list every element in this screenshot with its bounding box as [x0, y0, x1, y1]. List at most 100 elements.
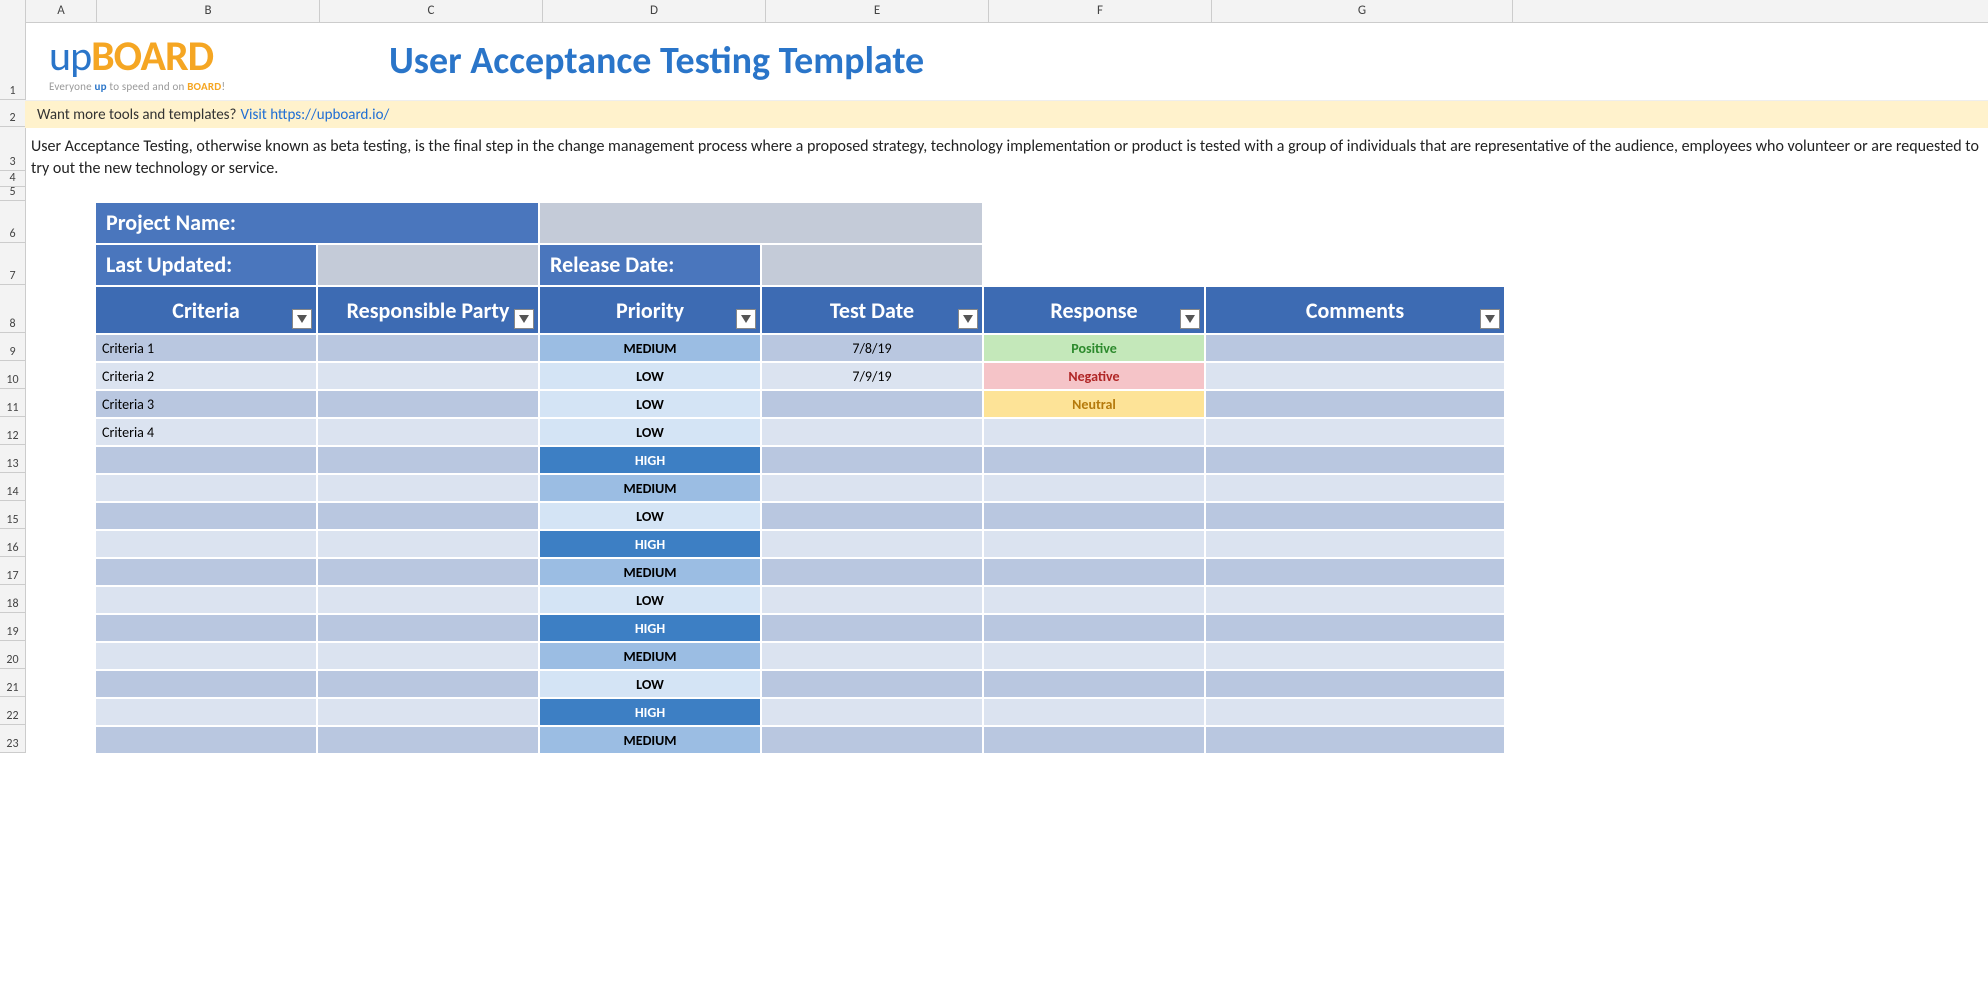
priority-cell[interactable]: LOW [539, 502, 761, 530]
comments-cell[interactable] [1205, 530, 1505, 558]
row-header-10[interactable]: 10 [0, 361, 25, 389]
date-cell[interactable] [761, 614, 983, 642]
response-cell[interactable] [983, 614, 1205, 642]
priority-cell[interactable]: HIGH [539, 446, 761, 474]
release-date-value[interactable] [761, 244, 983, 286]
response-cell[interactable] [983, 474, 1205, 502]
comments-cell[interactable] [1205, 698, 1505, 726]
header-comments[interactable]: Comments [1205, 286, 1505, 334]
banner-link[interactable]: Visit https://upboard.io/ [241, 106, 390, 124]
row-header-8[interactable]: 8 [0, 285, 25, 333]
header-priority[interactable]: Priority [539, 286, 761, 334]
row-header-16[interactable]: 16 [0, 529, 25, 557]
comments-cell[interactable] [1205, 614, 1505, 642]
date-cell[interactable] [761, 586, 983, 614]
row-header-13[interactable]: 13 [0, 445, 25, 473]
criteria-cell[interactable] [95, 670, 317, 698]
response-cell[interactable] [983, 558, 1205, 586]
response-cell[interactable]: Negative [983, 362, 1205, 390]
criteria-cell[interactable] [95, 642, 317, 670]
row-header-5[interactable]: 5 [0, 187, 25, 201]
party-cell[interactable] [317, 334, 539, 362]
criteria-cell[interactable] [95, 502, 317, 530]
comments-cell[interactable] [1205, 390, 1505, 418]
date-cell[interactable] [761, 670, 983, 698]
party-cell[interactable] [317, 586, 539, 614]
project-name-value[interactable] [539, 202, 983, 244]
filter-dropdown-icon[interactable] [1180, 309, 1200, 329]
response-cell[interactable] [983, 530, 1205, 558]
date-cell[interactable] [761, 502, 983, 530]
date-cell[interactable] [761, 418, 983, 446]
header-criteria[interactable]: Criteria [95, 286, 317, 334]
party-cell[interactable] [317, 530, 539, 558]
row-header-9[interactable]: 9 [0, 333, 25, 361]
comments-cell[interactable] [1205, 502, 1505, 530]
row-header-3[interactable]: 3 [0, 127, 25, 171]
criteria-cell[interactable] [95, 530, 317, 558]
row-header-21[interactable]: 21 [0, 669, 25, 697]
row-header-20[interactable]: 20 [0, 641, 25, 669]
priority-cell[interactable]: MEDIUM [539, 558, 761, 586]
response-cell[interactable] [983, 502, 1205, 530]
row-header-18[interactable]: 18 [0, 585, 25, 613]
row-header-2[interactable]: 2 [0, 100, 25, 127]
criteria-cell[interactable] [95, 446, 317, 474]
row-header-19[interactable]: 19 [0, 613, 25, 641]
response-cell[interactable]: Positive [983, 334, 1205, 362]
date-cell[interactable] [761, 446, 983, 474]
last-updated-value[interactable] [317, 244, 539, 286]
comments-cell[interactable] [1205, 362, 1505, 390]
row-header-1[interactable]: 1 [0, 22, 25, 100]
date-cell[interactable] [761, 558, 983, 586]
row-header-23[interactable]: 23 [0, 725, 25, 753]
criteria-cell[interactable] [95, 726, 317, 754]
col-header-A[interactable]: A [26, 0, 97, 22]
response-cell[interactable] [983, 726, 1205, 754]
priority-cell[interactable]: LOW [539, 586, 761, 614]
date-cell[interactable] [761, 726, 983, 754]
party-cell[interactable] [317, 698, 539, 726]
party-cell[interactable] [317, 642, 539, 670]
comments-cell[interactable] [1205, 446, 1505, 474]
response-cell[interactable] [983, 446, 1205, 474]
priority-cell[interactable]: LOW [539, 670, 761, 698]
date-cell[interactable] [761, 642, 983, 670]
party-cell[interactable] [317, 418, 539, 446]
criteria-cell[interactable]: Criteria 3 [95, 390, 317, 418]
col-header-G[interactable]: G [1212, 0, 1513, 22]
party-cell[interactable] [317, 502, 539, 530]
row-header-7[interactable]: 7 [0, 243, 25, 285]
priority-cell[interactable]: MEDIUM [539, 726, 761, 754]
party-cell[interactable] [317, 446, 539, 474]
party-cell[interactable] [317, 726, 539, 754]
response-cell[interactable]: Neutral [983, 390, 1205, 418]
priority-cell[interactable]: HIGH [539, 698, 761, 726]
party-cell[interactable] [317, 474, 539, 502]
date-cell[interactable] [761, 698, 983, 726]
comments-cell[interactable] [1205, 334, 1505, 362]
col-header-B[interactable]: B [97, 0, 320, 22]
comments-cell[interactable] [1205, 474, 1505, 502]
criteria-cell[interactable]: Criteria 4 [95, 418, 317, 446]
row-header-6[interactable]: 6 [0, 201, 25, 243]
row-header-12[interactable]: 12 [0, 417, 25, 445]
criteria-cell[interactable] [95, 614, 317, 642]
priority-cell[interactable]: HIGH [539, 530, 761, 558]
row-header-11[interactable]: 11 [0, 389, 25, 417]
comments-cell[interactable] [1205, 726, 1505, 754]
comments-cell[interactable] [1205, 586, 1505, 614]
select-all-corner[interactable] [0, 0, 26, 22]
filter-dropdown-icon[interactable] [736, 309, 756, 329]
criteria-cell[interactable] [95, 474, 317, 502]
date-cell[interactable]: 7/9/19 [761, 362, 983, 390]
col-header-F[interactable]: F [989, 0, 1212, 22]
comments-cell[interactable] [1205, 558, 1505, 586]
priority-cell[interactable]: LOW [539, 418, 761, 446]
criteria-cell[interactable]: Criteria 2 [95, 362, 317, 390]
comments-cell[interactable] [1205, 418, 1505, 446]
response-cell[interactable] [983, 418, 1205, 446]
col-header-C[interactable]: C [320, 0, 543, 22]
response-cell[interactable] [983, 586, 1205, 614]
party-cell[interactable] [317, 362, 539, 390]
